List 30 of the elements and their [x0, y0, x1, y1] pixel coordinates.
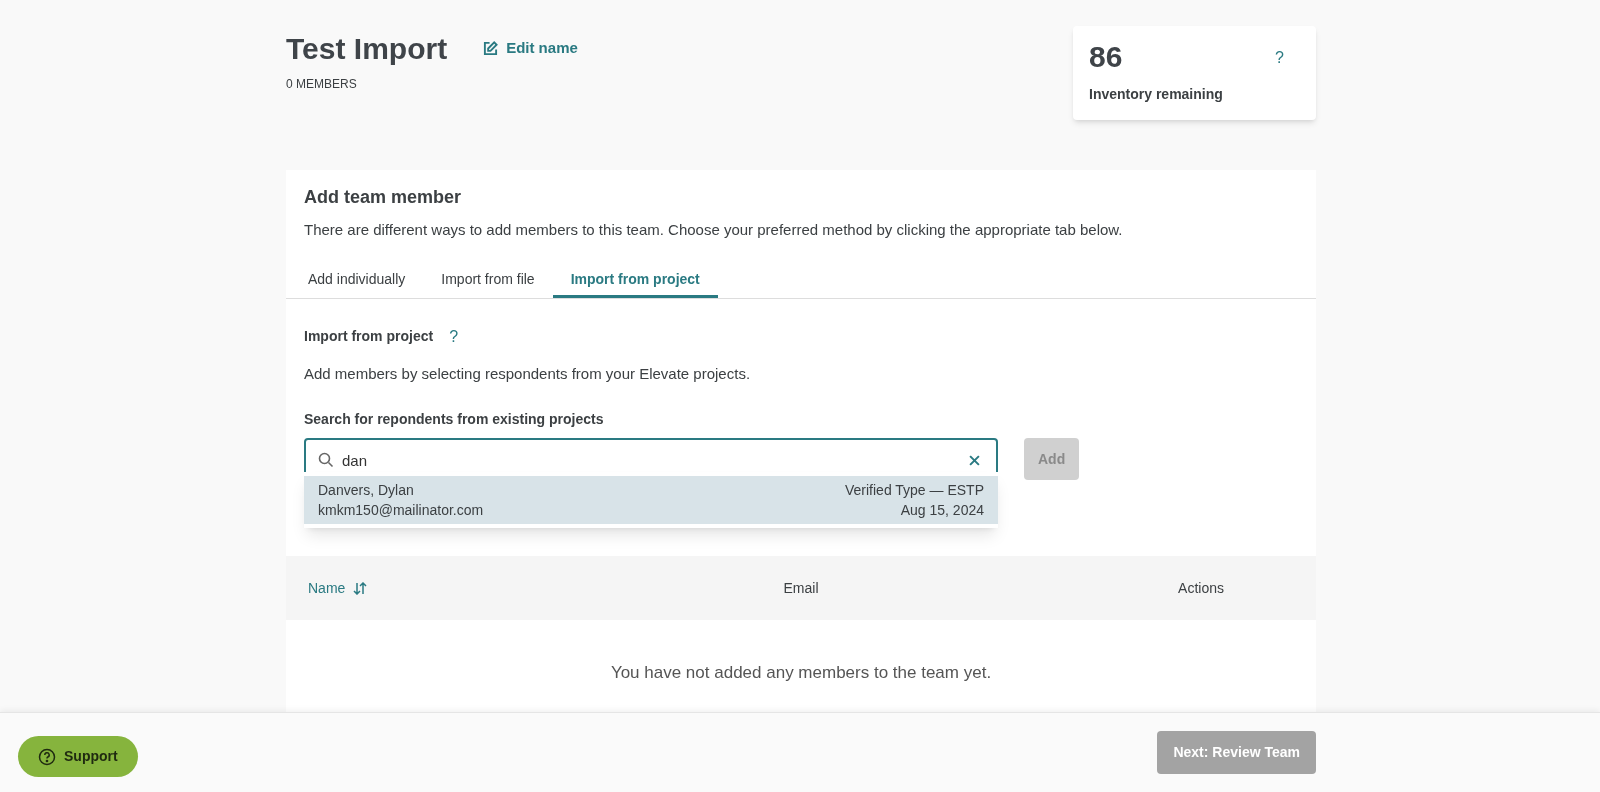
help-icon[interactable]: ? [1275, 46, 1284, 70]
search-icon [318, 452, 334, 468]
suggestion-date: Aug 15, 2024 [899, 501, 984, 520]
edit-name-link[interactable]: Edit name [483, 37, 578, 60]
support-button[interactable]: Support [18, 736, 138, 777]
empty-message: You have not added any members to the team yet. [610, 663, 992, 682]
suggestion-email: kmkm150@mailinator.com [318, 501, 484, 520]
suggestion-name: Danvers, Dylan [318, 481, 415, 500]
help-icon[interactable]: ? [449, 324, 459, 349]
suggestion-item[interactable]: Danvers, Dylan kmkm150@mailinator.com Verified Type — ESTP Aug 15, 2024 [304, 476, 998, 524]
section-description: Add members by selecting respondents from your Elevate projects. [304, 363, 752, 384]
card-description: There are different ways to add members to this team. Choose your preferred method by clicking the appropriate tab below. [304, 220, 1124, 240]
inventory-label: Inventory remaining [1089, 85, 1223, 104]
clear-icon[interactable] [969, 455, 980, 466]
column-header: Email [782, 578, 820, 598]
name-column-header[interactable]: Name [308, 577, 368, 599]
tab[interactable]: Add individually [290, 263, 424, 298]
section-title: Import from project [304, 327, 434, 346]
card-title: Add team member [304, 186, 463, 209]
tab[interactable]: Import from project [552, 263, 718, 298]
sort-icon [353, 581, 368, 595]
search-label: Search for repondents from existing projects [304, 410, 605, 429]
suggestion-type: Verified Type — ESTP [844, 481, 984, 500]
edit-icon [483, 41, 499, 56]
inventory-count: 86 [1089, 42, 1124, 72]
member-count: 0 MEMBERS [286, 76, 358, 93]
column-header: Actions [1177, 578, 1225, 598]
tab[interactable]: Import from file [423, 263, 553, 298]
page-title: Test Import [286, 31, 448, 67]
help-icon [38, 747, 56, 766]
